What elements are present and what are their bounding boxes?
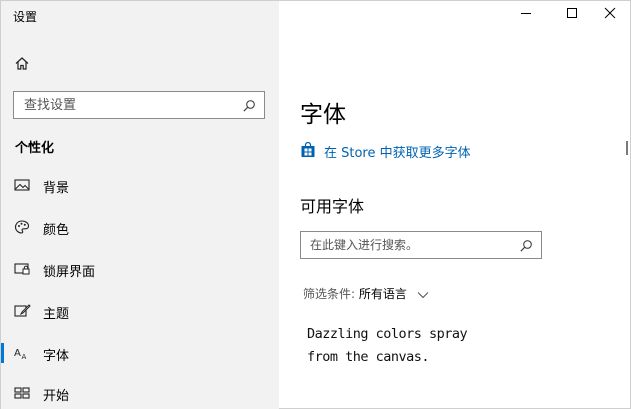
language-filter[interactable]: 筛选条件: 所有语言 [303, 285, 429, 303]
filter-dropdown-value[interactable]: 所有语言 [359, 287, 407, 301]
active-indicator [1, 343, 4, 363]
font-search-box[interactable] [300, 231, 542, 259]
picture-icon [13, 176, 31, 194]
sidebar-item-label: 字体 [43, 349, 70, 364]
close-icon [604, 7, 616, 19]
page-title: 字体 [300, 102, 346, 128]
sidebar-item-background[interactable]: 背景 [1, 167, 279, 203]
minimize-button[interactable] [503, 1, 549, 27]
settings-window: 设置 个性化 背景 [0, 0, 631, 409]
lock-screen-icon [13, 260, 31, 278]
font-preview-tile[interactable]: Dazzling colors spray from the canvas. [307, 323, 507, 369]
sidebar-item-label: 锁屏界面 [43, 265, 96, 280]
chevron-down-icon[interactable] [417, 288, 429, 302]
store-bag-icon [300, 141, 316, 158]
window-title: 设置 [13, 10, 38, 24]
font-preview-line: from the canvas. [307, 349, 430, 365]
settings-search-input[interactable] [14, 92, 234, 118]
home-icon[interactable] [13, 55, 31, 73]
sidebar-item-themes[interactable]: 主题 [1, 293, 279, 329]
settings-search-box[interactable] [13, 91, 265, 119]
font-icon: A A [13, 344, 31, 362]
svg-text:A: A [22, 353, 27, 361]
start-grid-icon [13, 384, 31, 402]
search-icon[interactable] [242, 98, 256, 112]
font-search-input[interactable] [301, 232, 511, 258]
sidebar-item-lock-screen[interactable]: 锁屏界面 [1, 251, 279, 287]
sidebar-item-label: 主题 [43, 307, 70, 322]
sidebar: 设置 个性化 背景 [1, 1, 279, 409]
section-heading-personalization: 个性化 [15, 141, 55, 156]
sidebar-item-start[interactable]: 开始 [1, 375, 279, 409]
close-button[interactable] [586, 1, 631, 27]
minimize-icon [521, 13, 531, 14]
store-link-label[interactable]: 在 Store 中获取更多字体 [324, 142, 471, 161]
svg-text:A: A [14, 348, 21, 359]
available-fonts-heading: 可用字体 [300, 197, 365, 216]
sidebar-item-label: 颜色 [43, 223, 70, 238]
sidebar-item-colors[interactable]: 颜色 [1, 209, 279, 245]
palette-icon [13, 218, 31, 236]
sidebar-item-fonts[interactable]: A A 字体 [1, 335, 279, 371]
font-preview-line: Dazzling colors spray [307, 326, 468, 342]
sidebar-item-label: 背景 [43, 181, 70, 196]
scrollbar-thumb[interactable] [626, 141, 628, 155]
brush-icon [13, 302, 31, 320]
search-icon[interactable] [519, 238, 533, 252]
sidebar-item-label: 开始 [43, 389, 70, 404]
filter-label: 筛选条件: [303, 287, 356, 301]
